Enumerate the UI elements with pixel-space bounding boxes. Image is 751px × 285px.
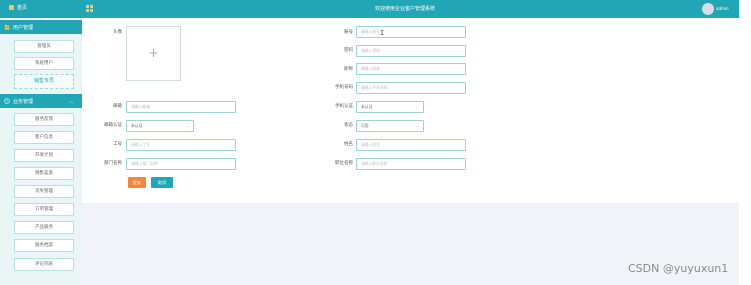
sidebar-item-comments[interactable]: 评论列表 [14,258,74,271]
sidebar-item-admin[interactable]: 管理员 [14,40,74,53]
home-icon [9,5,14,10]
user-name[interactable]: admin [716,6,729,11]
account-input[interactable]: 请输入账号 [356,26,466,38]
sidebar: 用户管理 管理员 系统用户 销售专员 业务管理 ︿ 服务反馈 客户信息 开发计划… [0,18,82,285]
email-label: 邮箱 [113,104,122,109]
password-input[interactable]: 请输入密码 [356,45,466,57]
status-select[interactable]: 可用 ⌄ [356,120,424,132]
section-label: 用户管理 [13,25,34,31]
sidebar-item-sales-rep[interactable]: 销售专员 [14,74,74,89]
chevron-down-icon: ⌄ [415,123,419,128]
sidebar-item-service-archive[interactable]: 服务档案 [14,239,74,252]
sidebar-item-churn[interactable]: 流失管理 [14,185,74,198]
submit-button[interactable]: 提交 [128,177,146,188]
password-label: 密码 [344,48,353,53]
email-verify-value: 未认证 [131,123,143,128]
clock-icon [4,98,10,104]
phone-verify-select[interactable]: 未认证 ⌄ [356,101,424,113]
phone-verify-value: 未认证 [361,104,373,109]
chevron-down-icon: ⌄ [185,123,189,128]
sidebar-section-user-management[interactable]: 用户管理 [0,20,82,34]
position-label: 职位名称 [335,161,353,166]
account-label: 账号 [344,30,353,35]
sidebar-item-service-feedback[interactable]: 服务反馈 [14,113,74,126]
chevron-down-icon: ⌄ [415,104,419,109]
phone-label: 手机号码 [335,85,353,90]
top-bar: 首页 欢迎使用企业客户管理系统 admin [0,0,739,18]
name-input[interactable]: 请输入姓名 [356,139,466,151]
status-label: 状态 [344,123,353,128]
nickname-label: 昵称 [344,67,353,72]
watermark: CSDN @yuyuxun1 [628,262,729,275]
user-avatar[interactable] [702,3,714,15]
sidebar-item-products[interactable]: 产品服务 [14,221,74,234]
plus-icon: + [148,46,159,60]
text-cursor-icon: I [380,29,385,37]
name-label: 姓名 [344,142,353,147]
chevron-up-icon: ︿ [68,99,74,105]
cancel-button[interactable]: 取消 [151,177,173,188]
sidebar-section-business-management[interactable]: 业务管理 ︿ [0,94,82,108]
employee-no-input[interactable]: 请输入工号 [126,139,236,151]
avatar-label: 头像 [113,30,122,35]
nickname-input[interactable]: 请输入昵称 [356,63,466,75]
phone-verify-label: 手机认证 [335,104,353,109]
section-label: 业务管理 [13,99,34,105]
sidebar-item-dev-plan[interactable]: 开发计划 [14,149,74,162]
email-verify-select[interactable]: 未认证 ⌄ [126,120,194,132]
email-input[interactable]: 请输入邮箱 [126,101,236,113]
avatar-upload[interactable]: + [126,26,181,81]
system-title: 欢迎使用企业客户管理系统 [374,6,435,12]
sidebar-item-orders[interactable]: 订单管理 [14,203,74,216]
department-input[interactable]: 请输入部门名称 [126,158,236,170]
menu-grid-icon[interactable] [86,5,93,12]
users-icon [4,24,10,30]
position-input[interactable]: 请输入职位名称 [356,158,466,170]
email-verify-label: 邮箱认证 [104,123,122,128]
phone-input[interactable]: 请输入手机号码 [356,82,466,94]
sidebar-item-sales-travel[interactable]: 销售差旅 [14,167,74,180]
sidebar-item-system-users[interactable]: 系统用户 [14,57,74,70]
department-label: 部门名称 [104,161,122,166]
sidebar-item-customer-info[interactable]: 客户信息 [14,131,74,144]
employee-no-label: 工号 [113,142,122,147]
status-value: 可用 [361,123,369,128]
home-link[interactable]: 首页 [9,4,27,11]
home-label: 首页 [17,5,28,11]
